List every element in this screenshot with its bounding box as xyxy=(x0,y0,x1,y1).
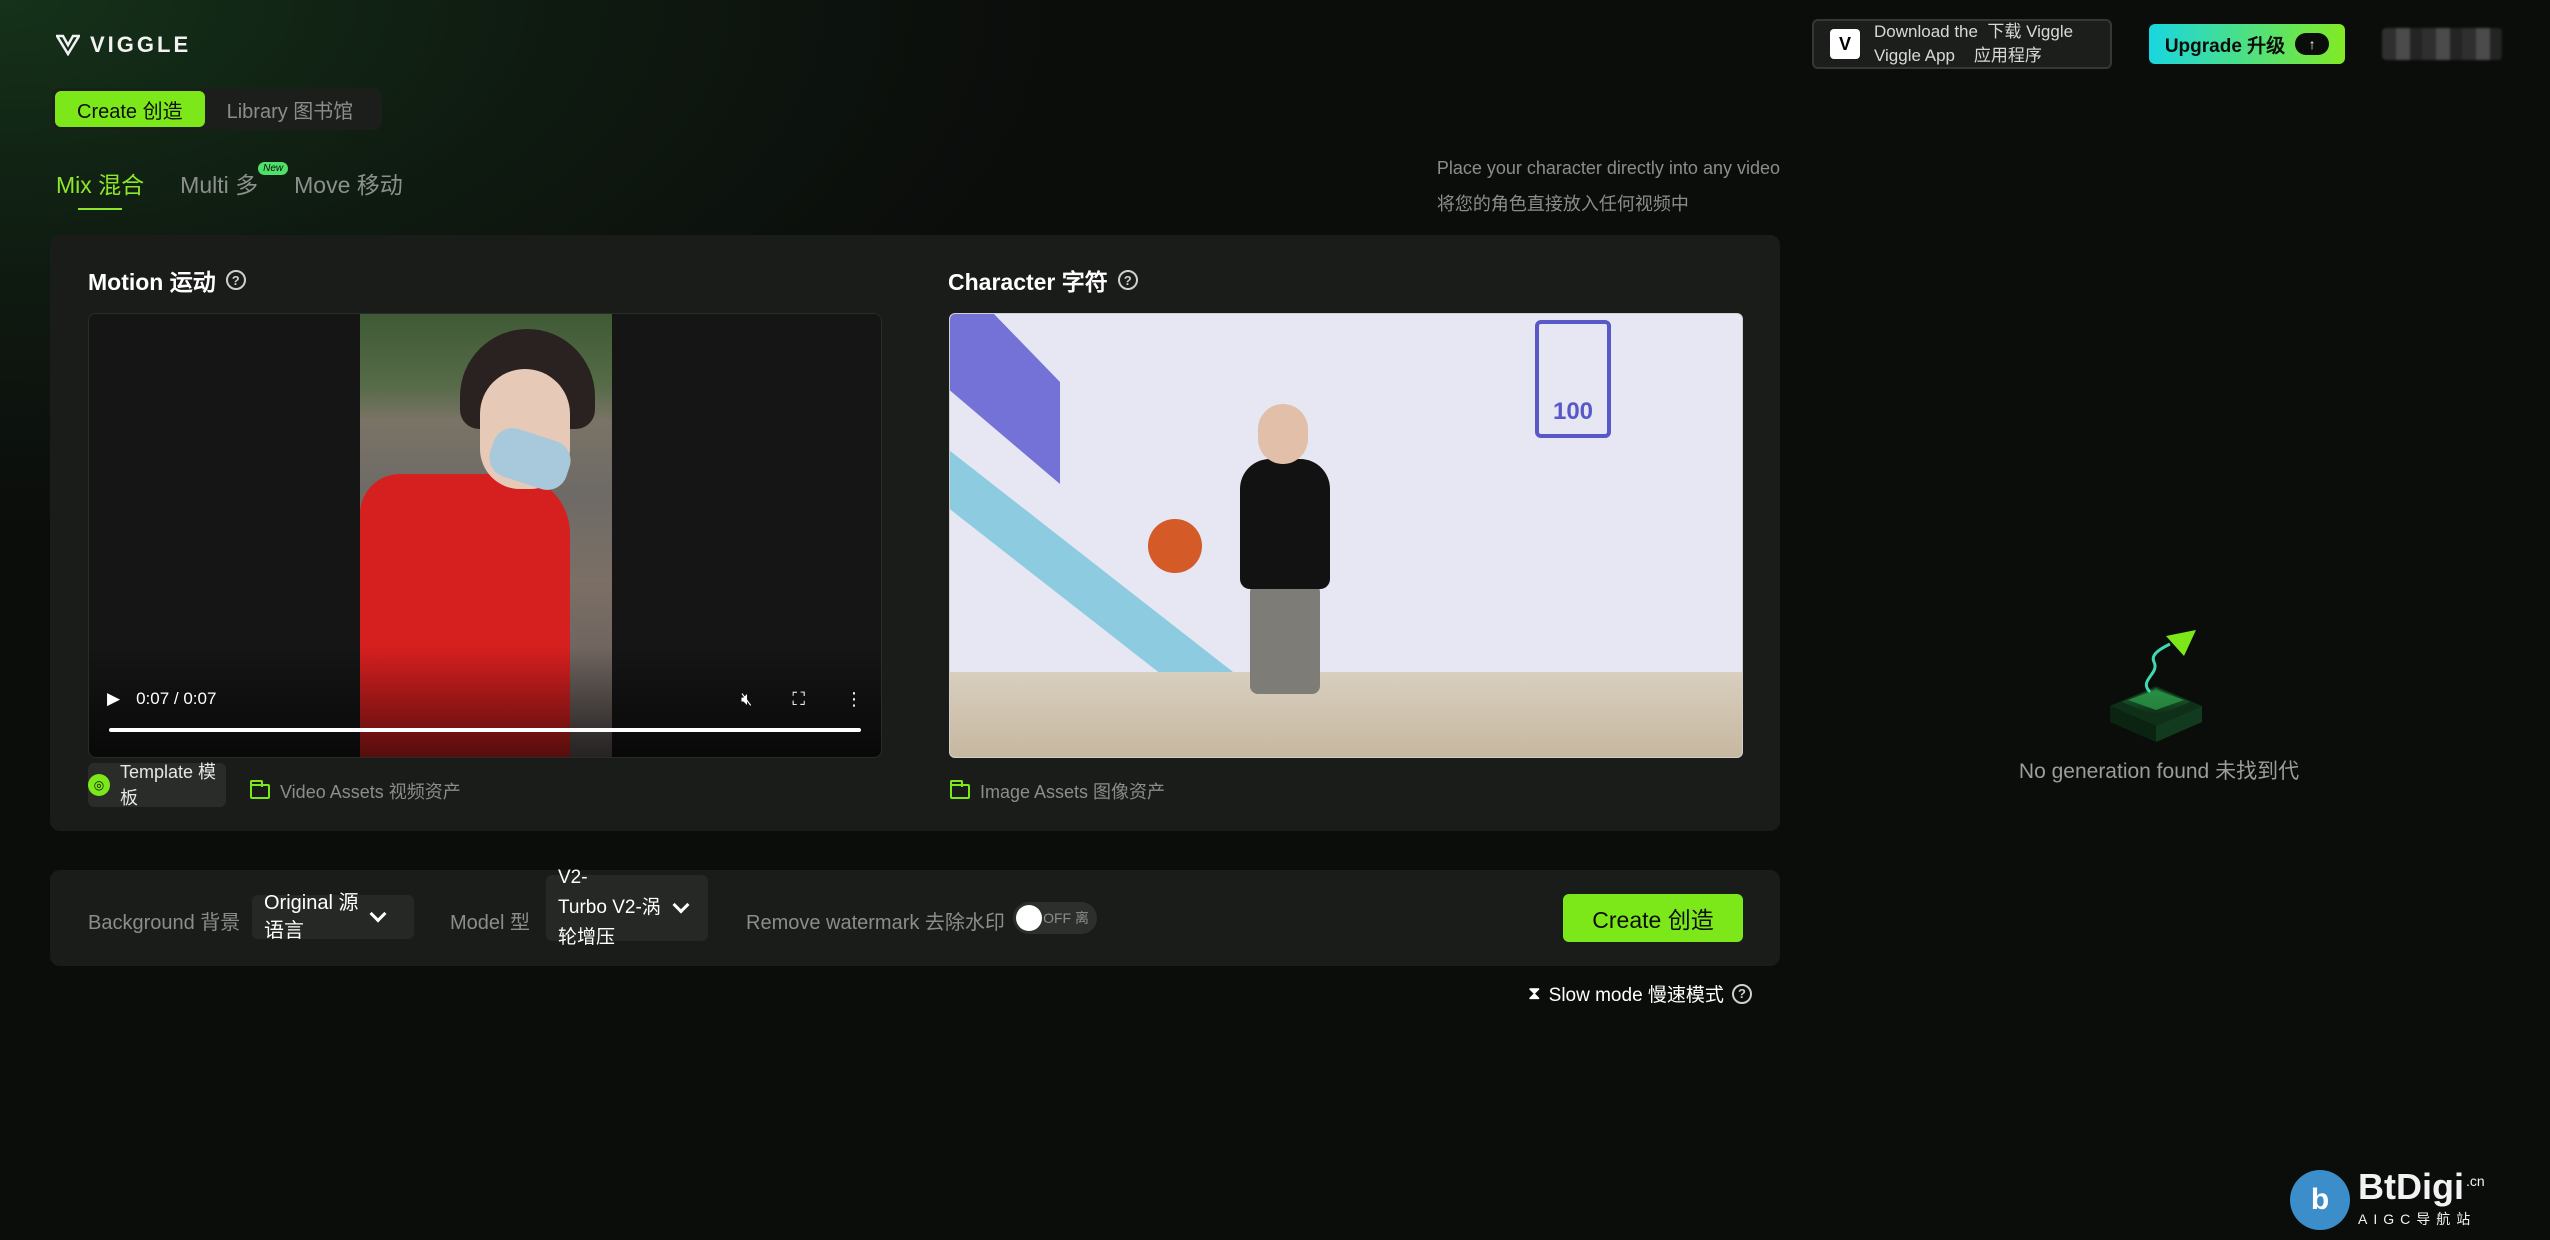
help-icon[interactable]: ? xyxy=(1117,270,1138,290)
tab-move[interactable]: Move 移动 xyxy=(294,166,403,200)
download-app-button[interactable]: V Download the 下载 Viggle Viggle App 应用程序 xyxy=(1812,19,2112,69)
model-value-line-2: Turbo V2-涡 xyxy=(558,897,661,918)
top-tab-bar: Create 创造 Library 图书馆 xyxy=(52,88,382,130)
play-icon[interactable]: ▶ xyxy=(107,689,120,709)
watermark-text: BtDigi .cn AIGC导航站 xyxy=(2358,1165,2485,1235)
mode-description: Place your character directly into any v… xyxy=(1437,150,1780,222)
image-sign-text: 100 xyxy=(1552,398,1594,425)
logo-text: VIGGLE xyxy=(90,32,192,57)
btdigi-logo-icon: b xyxy=(2290,1170,2350,1230)
template-button[interactable]: ◎ Template 模 板 xyxy=(88,762,226,808)
help-icon[interactable]: ? xyxy=(225,270,246,290)
watermark-label: Remove watermark 去除水印 xyxy=(746,912,1005,934)
new-badge: New xyxy=(258,162,289,175)
help-icon[interactable]: ? xyxy=(1731,983,1752,1004)
image-sign: 100 xyxy=(1535,320,1611,438)
viggle-logo[interactable]: VIGGLE xyxy=(56,32,191,58)
template-icon: ◎ xyxy=(88,774,110,796)
model-value-line-1: V2- xyxy=(558,867,588,888)
viggle-app-icon: V xyxy=(1830,29,1860,59)
create-button[interactable]: Create 创造 xyxy=(1563,894,1743,942)
model-label: Model 型 xyxy=(450,912,531,934)
video-progress-bar[interactable] xyxy=(109,728,861,732)
image-wall xyxy=(950,314,1742,674)
image-player-body xyxy=(1240,459,1330,589)
site-watermark: b BtDigi .cn AIGC导航站 xyxy=(2290,1165,2485,1235)
background-value: Original 源 语言 xyxy=(264,889,358,945)
character-image[interactable]: 100 xyxy=(949,313,1743,758)
mute-icon[interactable]: 🔇︎ xyxy=(741,689,752,710)
character-title: Character 字符 ? xyxy=(948,263,1138,297)
basketball xyxy=(1148,519,1202,573)
image-assets-label: Image Assets 图像资产 xyxy=(980,782,1166,802)
tab-mix[interactable]: Mix 混合 xyxy=(56,166,144,210)
character-title-label: Character 字符 xyxy=(948,269,1108,295)
video-time: 0:07 / 0:07 xyxy=(136,689,217,708)
video-controls: ▶ 0:07 / 0:07 🔇︎ ⛶ ⋮ xyxy=(107,684,863,714)
tab-multi[interactable]: Multi 多 New xyxy=(180,162,289,200)
background-label: Background 背景 xyxy=(88,912,241,934)
empty-state-text: No generation found 未找到代 xyxy=(2018,760,2300,783)
hourglass-icon: ⧗ xyxy=(1528,983,1541,1003)
download-line-1: Download the 下载 Viggle xyxy=(1874,22,2074,41)
motion-video-player[interactable]: ▶ 0:07 / 0:07 🔇︎ ⛶ ⋮ xyxy=(88,313,882,758)
folder-icon xyxy=(250,779,270,799)
slow-mode[interactable]: ⧗ Slow mode 慢速模式 ? xyxy=(1528,980,1752,1007)
more-options-icon[interactable]: ⋮ xyxy=(845,689,863,710)
image-floor xyxy=(950,672,1742,757)
chevron-down-icon xyxy=(672,896,690,914)
background-value-line-2: 语言 xyxy=(264,920,304,942)
template-label-line-1: Template 模 xyxy=(120,762,217,782)
toggle-knob xyxy=(1016,905,1042,931)
arrow-up-icon: ↑ xyxy=(2295,33,2330,55)
image-assets-link[interactable]: Image Assets 图像资产 xyxy=(950,778,1165,804)
description-line-1: Place your character directly into any v… xyxy=(1436,158,1780,178)
viggle-logo-icon xyxy=(56,34,80,56)
upgrade-button[interactable]: Upgrade 升级 ↑ xyxy=(2149,24,2345,64)
description-line-2: 将您的角色直接放入任何视频中 xyxy=(1436,194,1689,214)
watermark-domain: .cn xyxy=(2465,1173,2485,1189)
model-select[interactable]: V2- Turbo V2-涡 轮增压 xyxy=(546,867,708,948)
remove-watermark-toggle[interactable]: OFF 离 xyxy=(1013,902,1097,934)
video-assets-link[interactable]: Video Assets 视频资产 xyxy=(250,778,461,804)
download-line-2: Viggle App 应用程序 xyxy=(1874,46,2042,65)
avatar[interactable] xyxy=(2382,28,2502,60)
tab-library[interactable]: Library 图书馆 xyxy=(205,91,376,127)
fullscreen-icon[interactable]: ⛶ xyxy=(792,689,805,710)
upgrade-label: Upgrade 升级 xyxy=(2164,35,2286,57)
download-text: Download the 下载 Viggle Viggle App 应用程序 xyxy=(1874,20,2073,68)
image-player-head xyxy=(1258,404,1308,464)
slow-mode-label: Slow mode 慢速模式 xyxy=(1548,985,1724,1006)
watermark-brand: BtDigi xyxy=(2358,1166,2464,1207)
video-assets-label: Video Assets 视频资产 xyxy=(280,782,461,802)
template-label: Template 模 板 xyxy=(120,759,216,811)
tab-multi-label: Multi 多 xyxy=(180,172,259,198)
background-select[interactable]: Original 源 语言 xyxy=(252,892,414,942)
folder-icon xyxy=(950,779,970,799)
tab-create[interactable]: Create 创造 xyxy=(55,91,205,127)
motion-title: Motion 运动 ? xyxy=(88,263,246,297)
motion-title-label: Motion 运动 xyxy=(88,269,216,295)
model-value-line-3: 轮增压 xyxy=(558,927,616,948)
template-label-line-2: 板 xyxy=(120,788,138,808)
toggle-state: OFF 离 xyxy=(1043,910,1089,926)
model-value: V2- Turbo V2-涡 轮增压 xyxy=(558,863,661,953)
image-player-legs xyxy=(1250,584,1320,694)
mode-tab-bar: Mix 混合 Multi 多 New Move 移动 xyxy=(56,162,403,210)
chevron-down-icon xyxy=(369,905,387,923)
watermark-sub: AIGC导航站 xyxy=(2358,1211,2477,1227)
background-value-line-1: Original 源 xyxy=(264,892,359,914)
empty-generation-icon xyxy=(2110,630,2202,742)
